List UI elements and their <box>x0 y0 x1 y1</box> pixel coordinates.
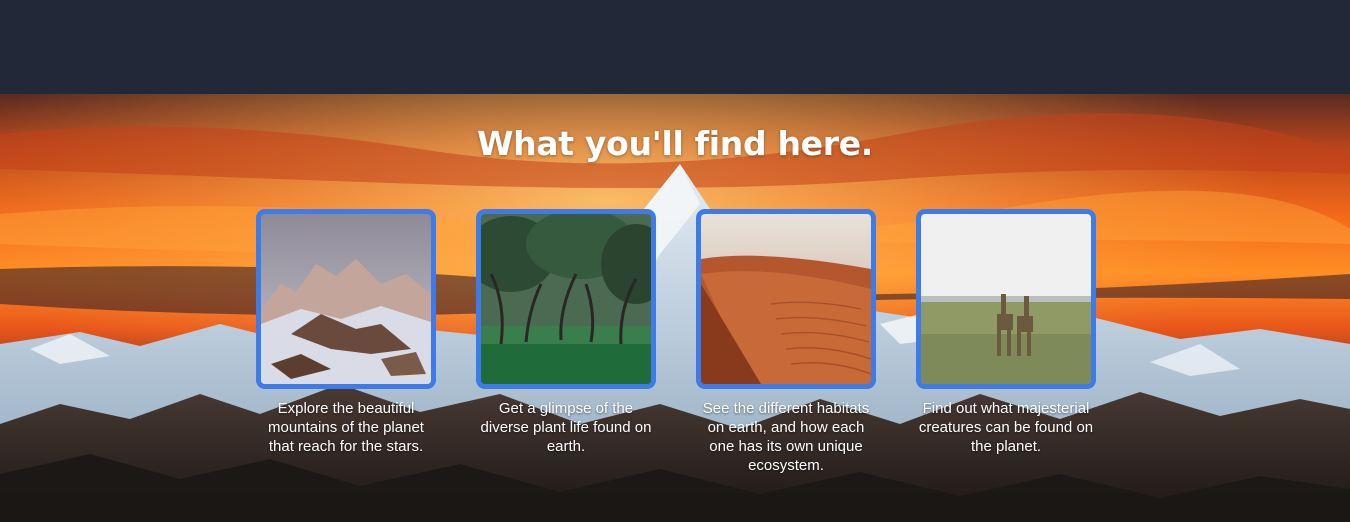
card-image-frame[interactable] <box>696 209 876 389</box>
card-image-frame[interactable] <box>916 209 1096 389</box>
card-image-frame[interactable] <box>256 209 436 389</box>
card-habitats[interactable]: See the different habitats on earth, and… <box>696 209 876 475</box>
desert-dunes-image <box>701 214 871 384</box>
hero-section: What you'll find here. Explore the beaut… <box>0 94 1350 522</box>
card-description: See the different habitats on earth, and… <box>702 400 870 474</box>
card-mountains[interactable]: Explore the beautiful mountains of the p… <box>256 209 436 456</box>
card-image-frame[interactable] <box>476 209 656 389</box>
giraffes-savanna-image <box>921 214 1091 384</box>
card-description: Find out what majesterial creatures can … <box>918 400 1094 455</box>
hero-title: What you'll find here. <box>476 124 874 163</box>
forest-trees-image <box>481 214 651 384</box>
snowy-mountains-image <box>261 214 431 384</box>
card-creatures[interactable]: Find out what majesterial creatures can … <box>916 209 1096 456</box>
card-description: Get a glimpse of the diverse plant life … <box>480 400 652 455</box>
card-description: Explore the beautiful mountains of the p… <box>268 400 424 455</box>
card-plants[interactable]: Get a glimpse of the diverse plant life … <box>476 209 656 456</box>
top-navbar <box>0 0 1350 94</box>
